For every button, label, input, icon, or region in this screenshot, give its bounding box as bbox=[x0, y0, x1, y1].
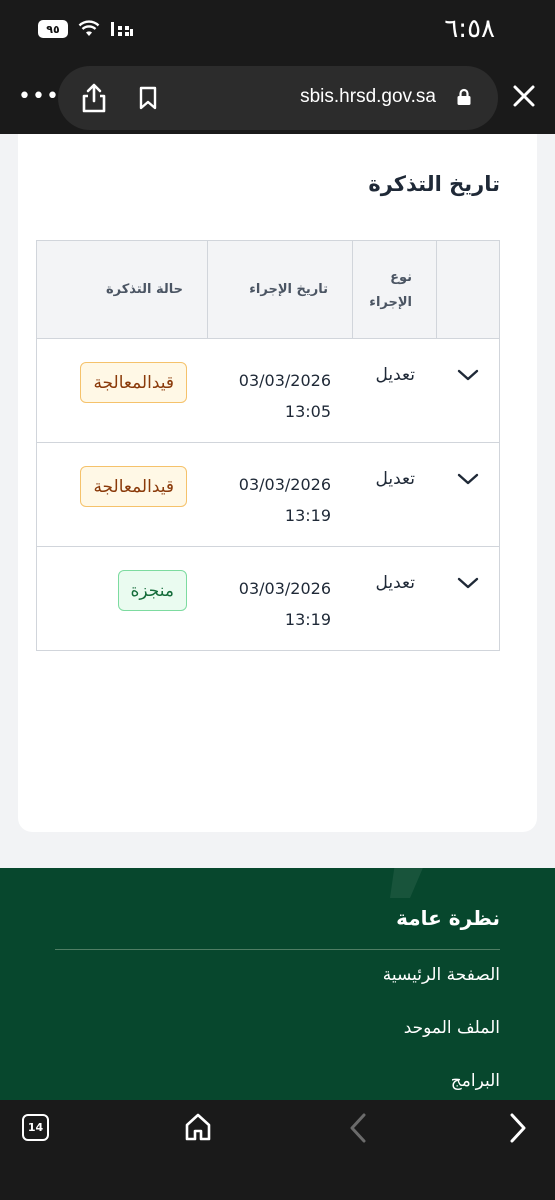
table-row[interactable]: تعديل 03/03/2026 13:19 قيدالمعالجة bbox=[37, 443, 499, 547]
footer-divider bbox=[55, 949, 500, 950]
table-header: نوع الإجراء تاريخ الإجراء حالة التذكرة bbox=[37, 241, 499, 339]
footer-title: نظرة عامة bbox=[396, 906, 500, 930]
status-cell: منجزة bbox=[37, 547, 208, 650]
table-row[interactable]: تعديل 03/03/2026 13:19 منجزة bbox=[37, 547, 499, 650]
action-type: تعديل bbox=[375, 573, 415, 593]
date-cell: 03/03/2026 13:05 bbox=[208, 339, 353, 442]
status-cell: قيدالمعالجة bbox=[37, 443, 208, 546]
url-text: sbis.hrsd.gov.sa bbox=[300, 86, 436, 107]
action-date: 03/03/2026 13:05 bbox=[238, 371, 331, 421]
status-badge: قيدالمعالجة bbox=[80, 362, 187, 403]
date-cell: 03/03/2026 13:19 bbox=[208, 547, 353, 650]
more-menu-button[interactable]: ••• bbox=[18, 86, 60, 108]
action-date: 03/03/2026 13:19 bbox=[238, 475, 331, 525]
bookmark-icon[interactable] bbox=[138, 86, 158, 110]
header-expand bbox=[437, 241, 499, 338]
ticket-history-table: نوع الإجراء تاريخ الإجراء حالة التذكرة ت… bbox=[36, 240, 500, 651]
status-bar: ٩٥ ٦:٥٨ bbox=[0, 0, 555, 62]
footer-link-programs[interactable]: البرامج bbox=[451, 1071, 500, 1091]
type-cell: تعديل bbox=[353, 443, 437, 546]
browser-toolbar: ••• sbis.hrsd.gov.sa bbox=[0, 62, 555, 134]
home-icon[interactable] bbox=[184, 1112, 212, 1142]
expand-cell[interactable] bbox=[437, 339, 499, 442]
forward-icon[interactable] bbox=[506, 1112, 530, 1144]
action-type: تعديل bbox=[375, 469, 415, 489]
status-badge: قيدالمعالجة bbox=[80, 466, 187, 507]
status-cell: قيدالمعالجة bbox=[37, 339, 208, 442]
chevron-down-icon[interactable] bbox=[457, 576, 479, 590]
type-cell: تعديل bbox=[353, 547, 437, 650]
battery-indicator: ٩٥ bbox=[38, 20, 68, 38]
header-action-date: تاريخ الإجراء bbox=[208, 241, 353, 338]
header-ticket-status: حالة التذكرة bbox=[37, 241, 208, 338]
address-bar[interactable]: sbis.hrsd.gov.sa bbox=[58, 66, 498, 130]
status-badge: منجزة bbox=[117, 570, 187, 611]
back-icon[interactable] bbox=[346, 1112, 370, 1144]
clock: ٦:٥٨ bbox=[444, 14, 495, 44]
browser-bottom-nav: 14 bbox=[0, 1100, 555, 1200]
close-icon[interactable] bbox=[511, 83, 537, 109]
tabs-button[interactable]: 14 bbox=[22, 1114, 49, 1141]
wifi-icon bbox=[78, 20, 100, 36]
footer-decoration bbox=[390, 828, 440, 898]
expand-cell[interactable] bbox=[437, 547, 499, 650]
lock-icon bbox=[457, 88, 471, 105]
expand-cell[interactable] bbox=[437, 443, 499, 546]
footer-link-home[interactable]: الصفحة الرئيسية bbox=[383, 965, 500, 985]
chevron-down-icon[interactable] bbox=[457, 368, 479, 382]
action-date: 03/03/2026 13:19 bbox=[238, 579, 331, 629]
status-icons: ٩٥ bbox=[38, 20, 134, 38]
table-row[interactable]: تعديل 03/03/2026 13:05 قيدالمعالجة bbox=[37, 339, 499, 443]
page-content: تاريخ التذكرة نوع الإجراء تاريخ الإجراء … bbox=[0, 134, 555, 1100]
type-cell: تعديل bbox=[353, 339, 437, 442]
action-type: تعديل bbox=[375, 365, 415, 385]
header-action-type: نوع الإجراء bbox=[353, 241, 437, 338]
card-title: تاريخ التذكرة bbox=[368, 172, 500, 196]
chevron-down-icon[interactable] bbox=[457, 472, 479, 486]
share-icon[interactable] bbox=[80, 82, 108, 114]
site-footer: نظرة عامة الصفحة الرئيسية الملف الموحد ا… bbox=[0, 828, 555, 1100]
ticket-history-card: تاريخ التذكرة نوع الإجراء تاريخ الإجراء … bbox=[18, 134, 537, 832]
footer-link-unified-profile[interactable]: الملف الموحد bbox=[404, 1018, 500, 1038]
date-cell: 03/03/2026 13:19 bbox=[208, 443, 353, 546]
signal-icon bbox=[111, 22, 133, 36]
